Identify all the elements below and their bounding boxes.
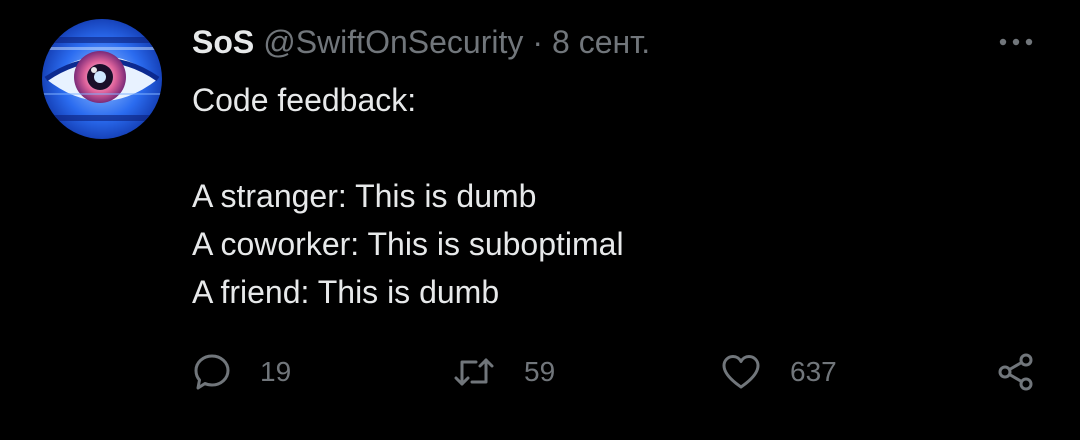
like-count: 637	[790, 356, 837, 387]
reply-button[interactable]: 19	[192, 350, 291, 394]
tweet-date[interactable]: 8 сент.	[552, 24, 650, 61]
avatar[interactable]	[42, 19, 162, 139]
header-separator: ·	[532, 23, 543, 60]
tweet-text-line: A stranger: This is dumb	[192, 178, 537, 214]
display-name[interactable]: SoS	[192, 24, 254, 61]
tweet-header: SoS @SwiftOnSecurity · 8 сент.	[192, 22, 650, 62]
retweet-arrows-icon	[454, 358, 494, 386]
tweet-text: Code feedback: A stranger: This is dumb …	[192, 76, 624, 316]
retweet-button[interactable]: 59	[452, 350, 555, 394]
tweet-text-line: Code feedback:	[192, 82, 417, 118]
more-horizontal-icon	[999, 38, 1033, 46]
tweet-text-line	[192, 124, 624, 172]
user-handle[interactable]: @SwiftOnSecurity	[263, 24, 523, 61]
tweet-text-line: A friend: This is dumb	[192, 274, 500, 310]
tweet-text-line: A coworker: This is suboptimal	[192, 226, 624, 262]
more-options-button[interactable]	[996, 30, 1036, 54]
share-nodes-icon	[998, 353, 1033, 391]
tweet-card[interactable]: SoS @SwiftOnSecurity · 8 сент. Code feed…	[0, 0, 1080, 440]
eye-avatar-image	[42, 19, 162, 139]
retweet-count: 59	[524, 356, 556, 387]
share-button[interactable]	[996, 350, 1036, 394]
reply-count: 19	[260, 356, 292, 387]
like-button[interactable]: 637	[720, 350, 837, 394]
heart-icon	[722, 355, 760, 389]
tweet-actions: 19 59 637	[0, 350, 1080, 394]
speech-bubble-icon	[194, 354, 230, 390]
